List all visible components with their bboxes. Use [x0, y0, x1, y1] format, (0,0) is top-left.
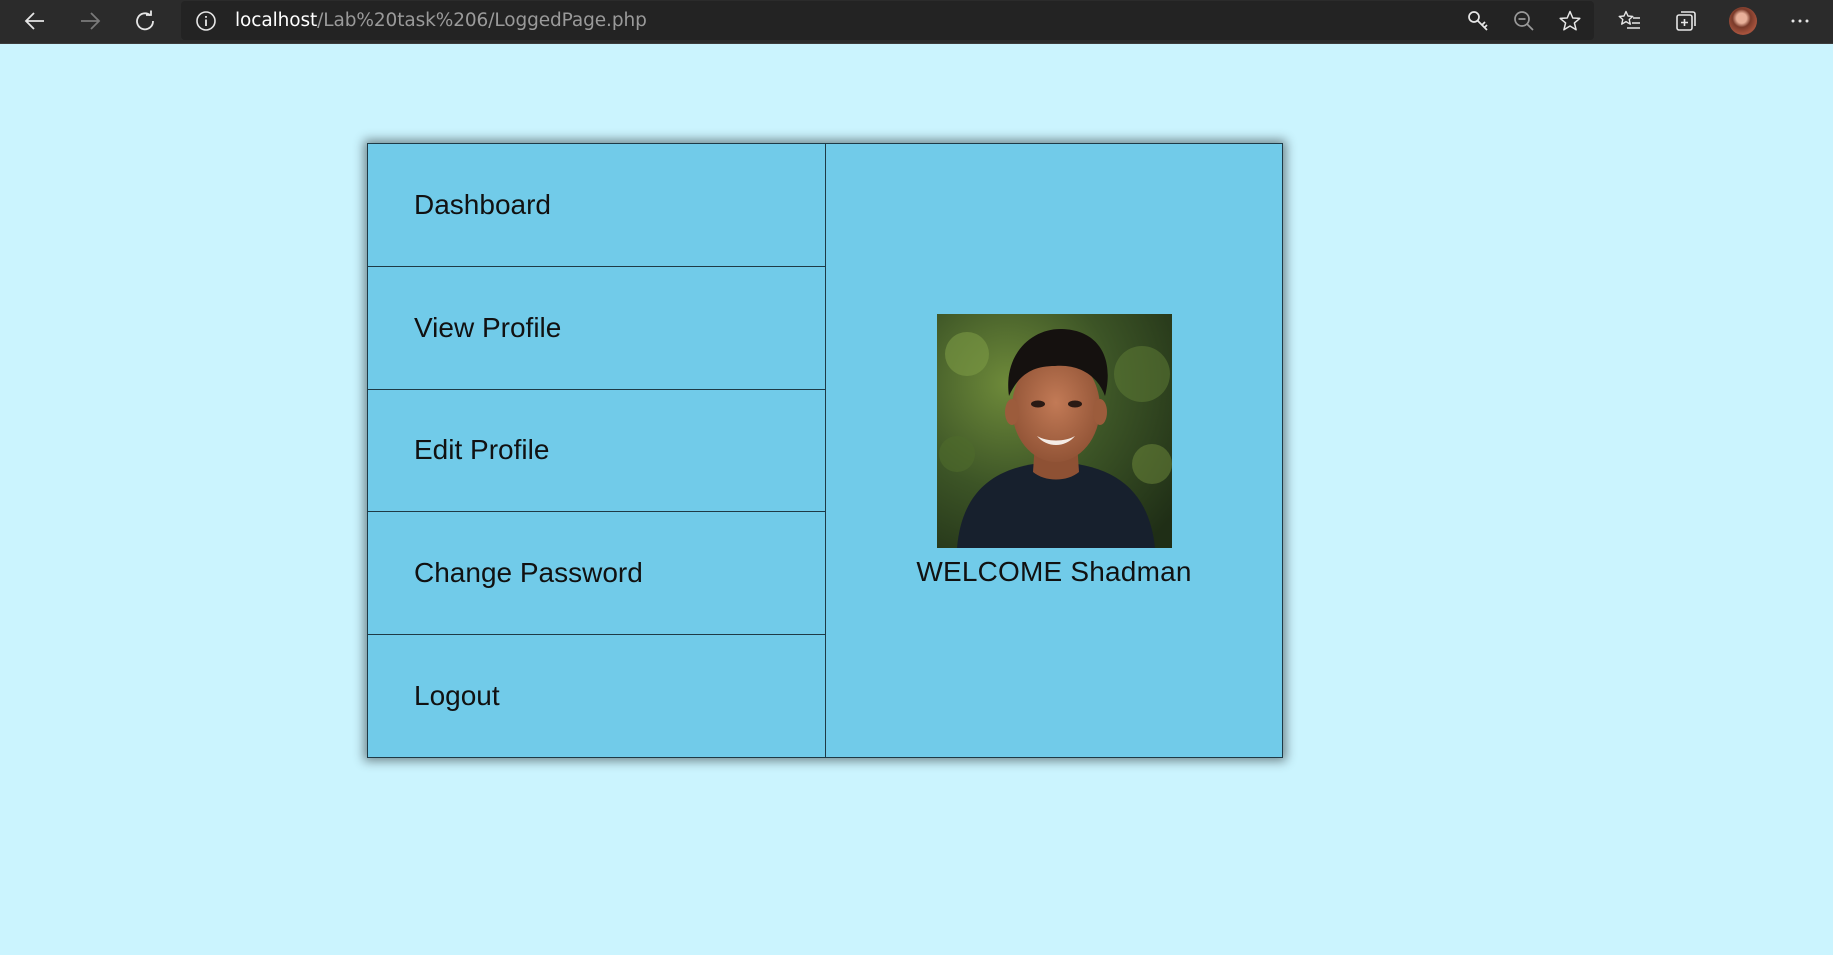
collections-icon[interactable]	[1668, 4, 1704, 38]
favorites-icon[interactable]	[1612, 4, 1648, 38]
refresh-icon[interactable]	[127, 4, 163, 38]
menu-item-label: Change Password	[414, 557, 643, 589]
star-icon[interactable]	[1552, 4, 1588, 38]
menu-item-view-profile[interactable]: View Profile	[368, 267, 825, 390]
url-path: /Lab%20task%206/LoggedPage.php	[317, 10, 647, 31]
address-bar[interactable]: localhost/Lab%20task%206/LoggedPage.php	[181, 1, 1594, 40]
more-icon[interactable]	[1782, 4, 1818, 38]
back-icon[interactable]	[17, 4, 53, 38]
welcome-text: WELCOME Shadman	[916, 555, 1192, 587]
info-icon[interactable]	[195, 10, 217, 37]
menu-item-label: Dashboard	[414, 188, 551, 220]
menu-item-dashboard[interactable]: Dashboard	[368, 144, 825, 267]
menu-item-logout[interactable]: Logout	[368, 635, 825, 757]
menu-item-label: Logout	[414, 680, 500, 712]
url-host: localhost	[235, 10, 318, 31]
address-url[interactable]: localhost/Lab%20task%206/LoggedPage.php	[235, 10, 647, 31]
browser-toolbar: localhost/Lab%20task%206/LoggedPage.php	[0, 0, 1833, 44]
forward-icon[interactable]	[72, 4, 108, 38]
profile-panel: WELCOME Shadman	[826, 144, 1282, 757]
menu-item-label: View Profile	[414, 311, 562, 343]
profile-avatar[interactable]	[1729, 7, 1757, 35]
profile-photo	[936, 313, 1172, 548]
key-icon[interactable]	[1460, 4, 1496, 38]
logged-page-card: Dashboard View Profile Edit Profile Chan…	[367, 143, 1283, 758]
menu-item-edit-profile[interactable]: Edit Profile	[368, 390, 825, 513]
menu-item-change-password[interactable]: Change Password	[368, 512, 825, 636]
menu-item-label: Edit Profile	[414, 434, 550, 466]
sidebar-menu: Dashboard View Profile Edit Profile Chan…	[368, 144, 826, 757]
zoom-out-icon[interactable]	[1506, 4, 1542, 38]
